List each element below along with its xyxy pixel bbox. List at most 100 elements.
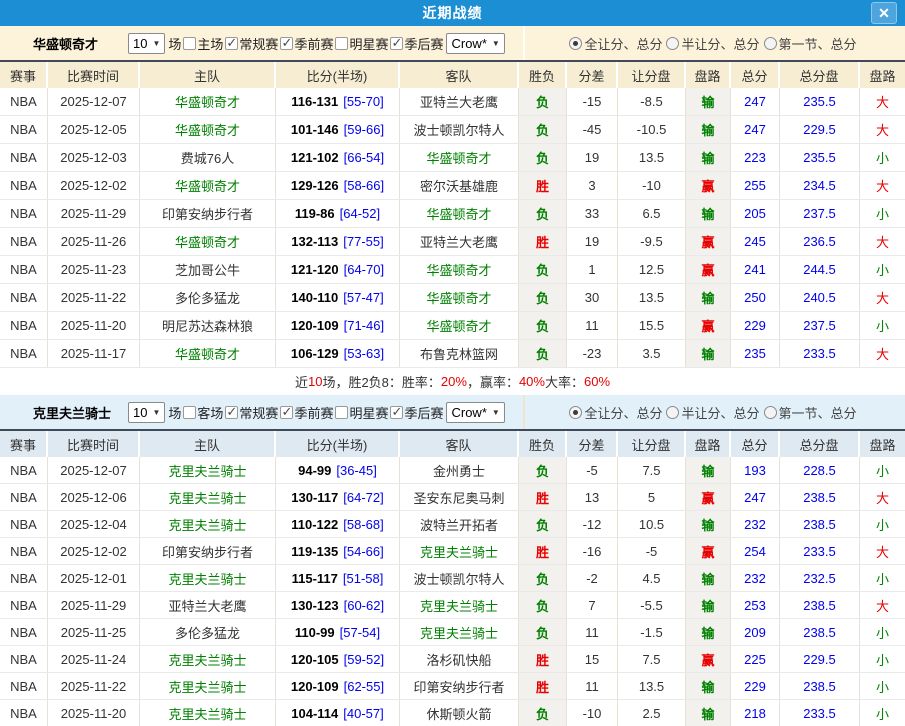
checkbox-label-1: 常规赛	[239, 34, 278, 53]
halftime-score: [59-52]	[344, 652, 384, 667]
games-count-select[interactable]: 10▼	[128, 402, 165, 423]
games-count-select[interactable]: 10▼	[128, 33, 165, 54]
score-value: 120-105	[291, 652, 339, 667]
checkbox-4[interactable]	[390, 37, 403, 50]
score-value: 119-86	[295, 206, 335, 221]
cell-9: 241	[731, 256, 780, 283]
halftime-score: [71-46]	[344, 318, 384, 333]
cell-1: 2025-11-20	[48, 312, 140, 339]
header-cell-1: 比赛时间	[48, 431, 140, 457]
header-cell-11: 盘路	[860, 62, 905, 88]
cell-0: NBA	[0, 646, 48, 672]
cell-4: 圣安东尼奥马刺	[400, 484, 519, 510]
cell-11: 小	[860, 457, 905, 483]
table-row: NBA2025-12-01克里夫兰骑士115-117[51-58]波士顿凯尔特人…	[0, 565, 905, 592]
cell-1: 2025-11-29	[48, 200, 140, 227]
cell-11: 小	[860, 673, 905, 699]
halftime-score: [77-55]	[343, 234, 383, 249]
checkbox-1[interactable]	[225, 37, 238, 50]
table-row: NBA2025-12-04克里夫兰骑士110-122[58-68]波特兰开拓者负…	[0, 511, 905, 538]
cell-10: 236.5	[780, 228, 860, 255]
cell-0: NBA	[0, 700, 48, 726]
cell-8: 输	[686, 511, 731, 537]
cell-10: 233.5	[780, 700, 860, 726]
radio-label-2: 第一节、总分	[779, 403, 857, 422]
checkbox-1[interactable]	[225, 406, 238, 419]
cell-4: 布鲁克林篮网	[400, 340, 519, 367]
score-value: 104-114	[291, 706, 338, 721]
radio-group: 全让分、总分半让分、总分第一节、总分	[525, 26, 905, 60]
cell-11: 大	[860, 172, 905, 199]
cell-9: 223	[731, 144, 780, 171]
cell-11: 大	[860, 340, 905, 367]
halftime-score: [54-66]	[343, 544, 383, 559]
cell-3: 121-102[66-54]	[276, 144, 400, 171]
cell-5: 负	[519, 88, 567, 115]
cell-8: 输	[686, 457, 731, 483]
cell-4: 华盛顿奇才	[400, 144, 519, 171]
checkbox-3[interactable]	[335, 406, 348, 419]
header-cell-11: 盘路	[860, 431, 905, 457]
checkbox-0[interactable]	[183, 406, 196, 419]
odds-type-select[interactable]: Crow*▼	[446, 402, 504, 423]
radio-2[interactable]	[764, 37, 777, 50]
odds-type-select[interactable]: Crow*▼	[446, 33, 504, 54]
checkbox-3[interactable]	[335, 37, 348, 50]
radio-2[interactable]	[764, 406, 777, 419]
games-count-select-value: 10	[133, 36, 147, 51]
halftime-score: [60-62]	[344, 598, 384, 613]
checkbox-0[interactable]	[183, 37, 196, 50]
cell-6: -23	[567, 340, 618, 367]
cell-10: 244.5	[780, 256, 860, 283]
cell-9: 247	[731, 116, 780, 143]
checkbox-item-3: 明星赛	[333, 403, 388, 422]
cell-7: 15.5	[618, 312, 686, 339]
score-value: 94-99	[298, 463, 331, 478]
halftime-score: [57-47]	[343, 290, 383, 305]
cell-0: NBA	[0, 484, 48, 510]
table-row: NBA2025-12-02印第安纳步行者119-135[54-66]克里夫兰骑士…	[0, 538, 905, 565]
cell-7: 7.5	[618, 646, 686, 672]
cell-2: 华盛顿奇才	[140, 228, 276, 255]
cell-8: 输	[686, 340, 731, 367]
cell-10: 228.5	[780, 457, 860, 483]
cell-8: 赢	[686, 228, 731, 255]
close-icon[interactable]: ✕	[871, 2, 897, 24]
checkbox-4[interactable]	[390, 406, 403, 419]
cell-11: 小	[860, 565, 905, 591]
cell-6: 3	[567, 172, 618, 199]
cell-3: 101-146[59-66]	[276, 116, 400, 143]
cell-0: NBA	[0, 538, 48, 564]
cell-6: -10	[567, 700, 618, 726]
cell-4: 克里夫兰骑士	[400, 592, 519, 618]
cell-1: 2025-11-22	[48, 284, 140, 311]
cell-11: 小	[860, 256, 905, 283]
radio-1[interactable]	[666, 37, 679, 50]
header-cell-4: 客队	[400, 62, 519, 88]
filter-controls: 10▼场主场常规赛季前赛明星赛季后赛Crow*▼	[125, 26, 508, 60]
cell-6: -12	[567, 511, 618, 537]
radio-0[interactable]	[569, 37, 582, 50]
cell-8: 赢	[686, 256, 731, 283]
cell-0: NBA	[0, 88, 48, 115]
cell-2: 华盛顿奇才	[140, 172, 276, 199]
halftime-score: [51-58]	[343, 571, 383, 586]
radio-label-0: 全让分、总分	[584, 34, 662, 53]
summary-segment-0: 近	[295, 372, 308, 391]
radio-1[interactable]	[666, 406, 679, 419]
header-cell-10: 总分盘	[780, 431, 860, 457]
cell-8: 赢	[686, 312, 731, 339]
cell-0: NBA	[0, 172, 48, 199]
checkbox-2[interactable]	[280, 406, 293, 419]
summary-segment-5: 40%	[519, 374, 545, 389]
checkbox-item-1: 常规赛	[223, 403, 278, 422]
cell-4: 休斯顿火箭	[400, 700, 519, 726]
filter-controls: 10▼场客场常规赛季前赛明星赛季后赛Crow*▼	[125, 395, 508, 429]
checkbox-2[interactable]	[280, 37, 293, 50]
header-cell-8: 盘路	[686, 62, 731, 88]
cell-8: 赢	[686, 484, 731, 510]
cell-10: 229.5	[780, 116, 860, 143]
halftime-score: [66-54]	[344, 150, 384, 165]
chevron-down-icon: ▼	[492, 39, 500, 48]
radio-0[interactable]	[569, 406, 582, 419]
